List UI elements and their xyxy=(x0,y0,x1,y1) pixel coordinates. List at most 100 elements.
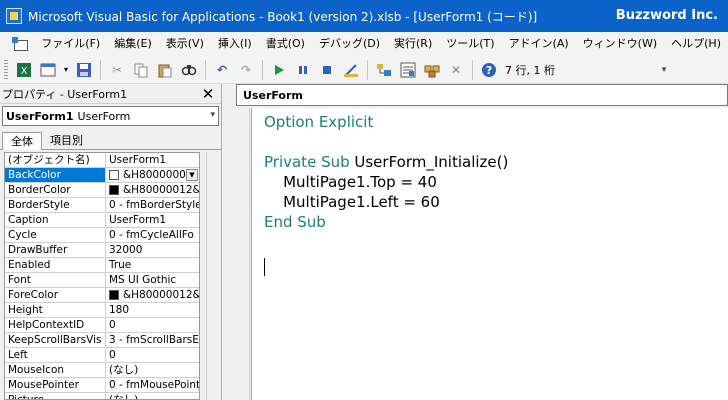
property-name: Font xyxy=(5,273,106,287)
property-value[interactable]: 0 xyxy=(106,348,199,362)
property-value[interactable]: &H80000012& xyxy=(106,183,199,197)
property-value[interactable]: 180 xyxy=(106,303,199,317)
property-name: Picture xyxy=(5,393,106,399)
property-value[interactable]: &H80000012& xyxy=(106,288,199,302)
property-value[interactable]: 3 - fmScrollBarsE xyxy=(106,333,199,347)
undo-icon[interactable]: ↶ xyxy=(211,59,233,81)
property-value[interactable]: 0 - fmMousePoint xyxy=(106,378,199,392)
property-value[interactable]: True xyxy=(106,258,199,272)
property-row[interactable]: MousePointer 0 - fmMousePoint xyxy=(5,378,199,393)
toolbar-overflow-icon[interactable]: ▾ xyxy=(658,60,670,80)
property-row[interactable]: DrawBuffer 32000 xyxy=(5,243,199,258)
copy-icon[interactable] xyxy=(130,59,152,81)
run-icon[interactable] xyxy=(268,59,290,81)
code-line: MultiPage1.Top = 40 xyxy=(264,172,437,192)
code-editor[interactable]: Option Explicit Private Sub UserForm_Init… xyxy=(251,108,728,400)
code-object-name: UserForm xyxy=(243,88,303,102)
property-name: BackColor xyxy=(5,168,106,182)
code-line: End Sub xyxy=(264,212,326,232)
property-row[interactable]: Height 180 xyxy=(5,303,199,318)
property-value-text: 0 xyxy=(108,349,116,361)
property-row[interactable]: Picture (なし) xyxy=(5,393,199,399)
break-icon[interactable] xyxy=(292,59,314,81)
code-keyword: Option Explicit xyxy=(264,113,374,131)
property-value[interactable]: &H8000000 ▼ xyxy=(106,168,199,182)
vba-app-icon[interactable] xyxy=(6,8,22,24)
property-name: MouseIcon xyxy=(5,363,106,377)
property-row[interactable]: BorderStyle 0 - fmBorderStyle xyxy=(5,198,199,213)
property-name: BorderStyle xyxy=(5,198,106,212)
brand-label: Buzzword Inc. xyxy=(615,8,718,23)
object-selector[interactable]: UserForm1 UserForm ▾ xyxy=(2,106,219,126)
help-icon[interactable]: ? xyxy=(478,59,500,81)
menu-debug[interactable]: デバッグ(D) xyxy=(312,32,387,56)
code-line: MultiPage1.Left = 60 xyxy=(264,192,440,212)
menu-file[interactable]: ファイル(F) xyxy=(34,32,107,56)
property-grid-scrollbar[interactable] xyxy=(206,152,220,400)
close-icon[interactable]: ✕ xyxy=(199,85,217,103)
tab-alphabetic[interactable]: 全体 xyxy=(2,132,42,150)
property-value[interactable]: (なし) xyxy=(106,363,199,377)
menu-window[interactable]: ウィンドウ(W) xyxy=(576,32,664,56)
property-row[interactable]: Left 0 xyxy=(5,348,199,363)
property-row[interactable]: MouseIcon (なし) xyxy=(5,363,199,378)
design-mode-icon[interactable] xyxy=(340,59,362,81)
property-row[interactable]: Caption UserForm1 xyxy=(5,213,199,228)
object-dropdown[interactable]: UserForm xyxy=(236,84,728,106)
property-value[interactable]: MS UI Gothic xyxy=(106,273,199,287)
property-row[interactable]: ForeColor &H80000012& xyxy=(5,288,199,303)
menu-tools[interactable]: ツール(T) xyxy=(439,32,501,56)
toolbar-separator xyxy=(472,59,473,80)
toolbox-icon[interactable]: ✕ xyxy=(445,59,467,81)
menu-view[interactable]: 表示(V) xyxy=(159,32,211,56)
menu-help[interactable]: ヘルプ(H) xyxy=(664,32,728,56)
project-explorer-icon[interactable] xyxy=(373,59,395,81)
property-row[interactable]: Font MS UI Gothic xyxy=(5,273,199,288)
title-bar: Microsoft Visual Basic for Applications … xyxy=(0,0,728,32)
property-name: Height xyxy=(5,303,106,317)
property-row[interactable]: KeepScrollBarsVis 3 - fmScrollBarsE xyxy=(5,333,199,348)
property-value-text: True xyxy=(108,259,132,271)
property-row[interactable]: Enabled True xyxy=(5,258,199,273)
menu-addins[interactable]: アドイン(A) xyxy=(502,32,576,56)
menu-insert[interactable]: 挿入(I) xyxy=(211,32,259,56)
toolbar-grip[interactable] xyxy=(4,59,8,80)
properties-window-icon[interactable] xyxy=(397,59,419,81)
property-value[interactable]: 32000 xyxy=(106,243,199,257)
find-icon[interactable] xyxy=(178,59,200,81)
property-row[interactable]: Cycle 0 - fmCycleAllFo xyxy=(5,228,199,243)
property-row[interactable]: BorderColor &H80000012& xyxy=(5,183,199,198)
menu-run[interactable]: 実行(R) xyxy=(387,32,439,56)
cut-icon[interactable]: ✂ xyxy=(106,59,128,81)
chevron-down-icon[interactable]: ▾ xyxy=(210,110,215,120)
redo-icon[interactable]: ↷ xyxy=(235,59,257,81)
view-excel-icon[interactable]: X xyxy=(13,59,35,81)
property-value[interactable]: 0 xyxy=(106,318,199,332)
object-browser-icon[interactable] xyxy=(421,59,443,81)
properties-title: プロパティ - UserForm1 xyxy=(2,87,128,101)
save-icon[interactable] xyxy=(73,59,95,81)
paste-icon[interactable] xyxy=(154,59,176,81)
svg-text:?: ? xyxy=(486,64,492,77)
code-text: UserForm_Initialize() xyxy=(354,153,509,171)
property-row[interactable]: BackColor &H8000000 ▼ xyxy=(5,168,199,183)
tab-categorized[interactable]: 項目別 xyxy=(42,132,91,150)
menu-edit[interactable]: 編集(E) xyxy=(107,32,159,56)
property-name: DrawBuffer xyxy=(5,243,106,257)
property-value[interactable]: UserForm1 xyxy=(106,213,199,227)
code-text: MultiPage1.Top = 40 xyxy=(264,173,437,191)
property-name: KeepScrollBarsVis xyxy=(5,333,106,347)
reset-icon[interactable] xyxy=(316,59,338,81)
property-row[interactable]: HelpContextID 0 xyxy=(5,318,199,333)
dropdown-arrow-icon[interactable]: ▾ xyxy=(61,59,71,81)
code-margin[interactable] xyxy=(236,108,250,400)
property-row[interactable]: (オブジェクト名) UserForm1 xyxy=(5,153,199,168)
excel-view-icon[interactable] xyxy=(12,36,29,52)
insert-userform-icon[interactable] xyxy=(37,59,59,81)
property-value[interactable]: (なし) xyxy=(106,393,199,399)
property-value[interactable]: UserForm1 xyxy=(106,153,199,167)
menu-format[interactable]: 書式(O) xyxy=(259,32,312,56)
property-value[interactable]: 0 - fmCycleAllFo xyxy=(106,228,199,242)
property-value[interactable]: 0 - fmBorderStyle xyxy=(106,198,199,212)
chevron-down-icon[interactable]: ▼ xyxy=(186,169,198,181)
